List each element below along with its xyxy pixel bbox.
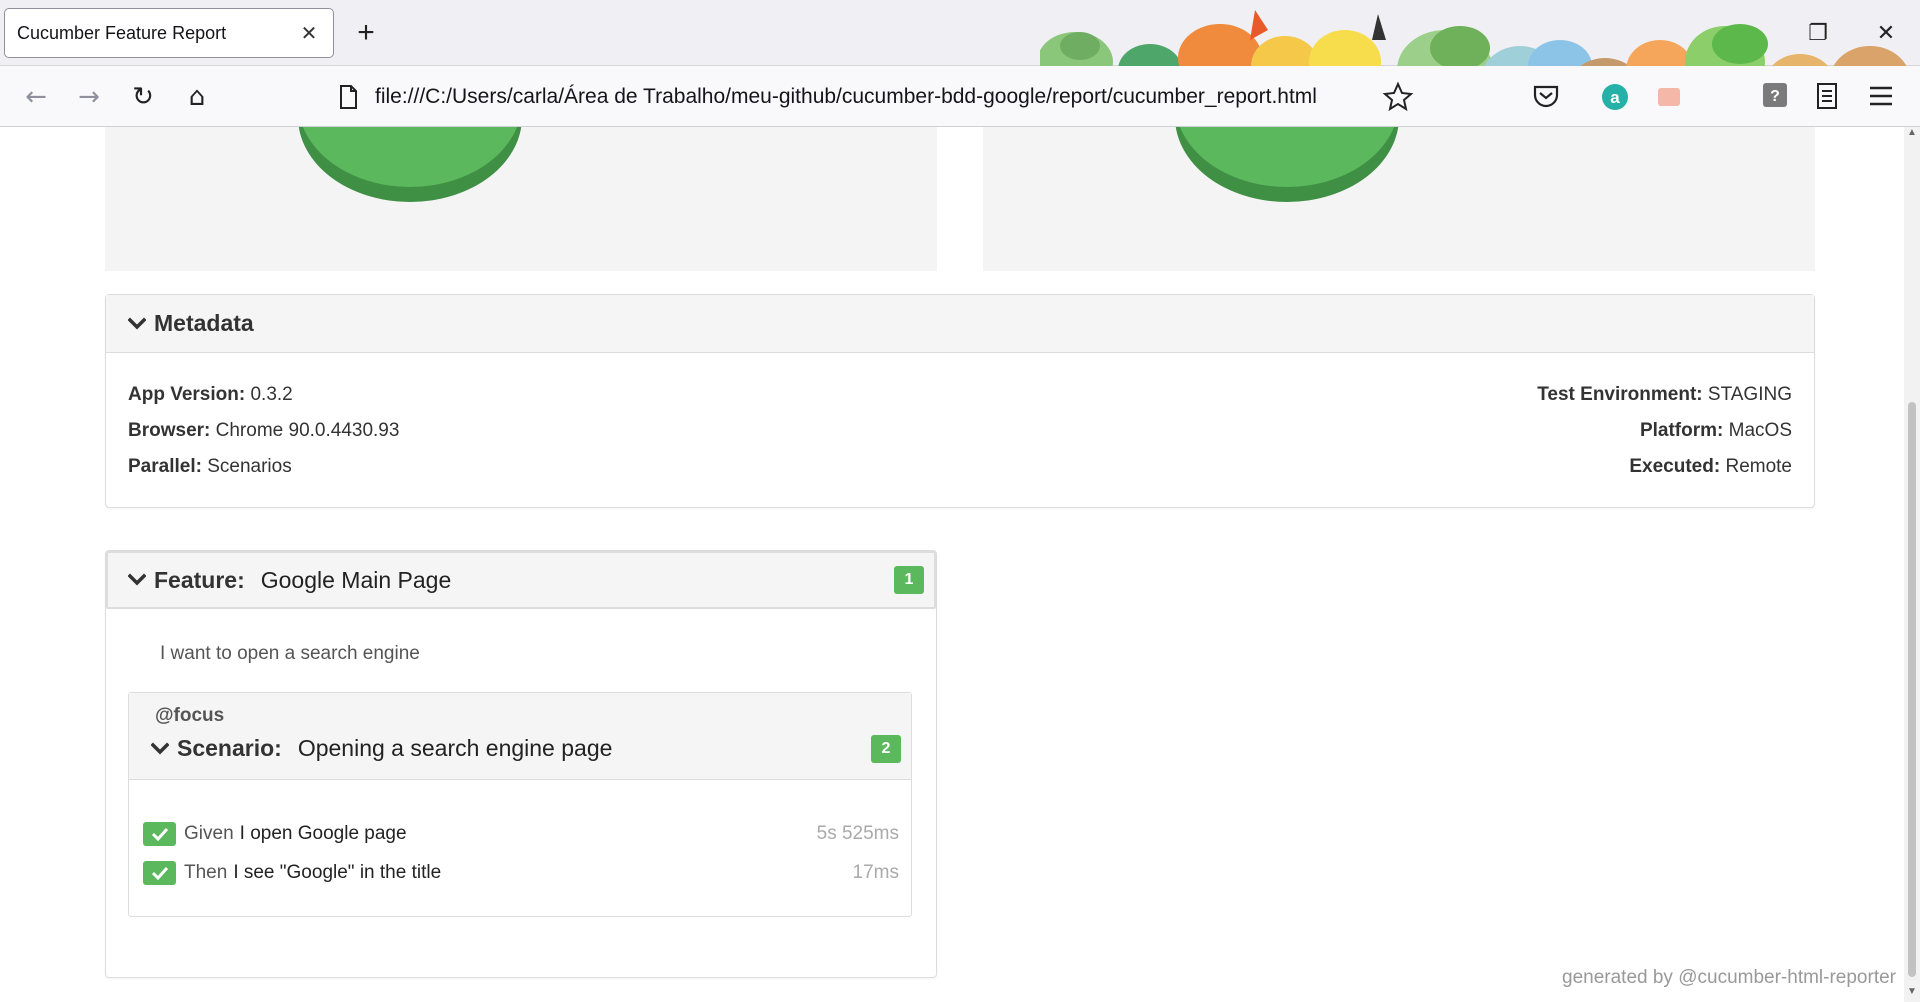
meta-parallel: Parallel: Scenarios [128, 456, 292, 477]
scenario-count-badge: 2 [871, 735, 901, 763]
meta-test-environment: Test Environment: STAGING [1537, 384, 1792, 405]
features-donut-chart [298, 127, 522, 202]
restore-button[interactable]: ❐ [1784, 0, 1852, 65]
help-extension-icon[interactable]: ? [1760, 80, 1790, 115]
scenario-title: Scenario: Opening a search engine page [151, 735, 612, 762]
address-bar[interactable]: file:///C:/Users/carla/Área de Trabalho/… [335, 76, 1425, 118]
metadata-body: App Version: 0.3.2 Browser: Chrome 90.0.… [106, 353, 1814, 507]
home-button[interactable]: ⌂ [178, 78, 216, 116]
meta-browser: Browser: Chrome 90.0.4430.93 [128, 420, 400, 441]
scrollbar-thumb[interactable] [1908, 402, 1916, 977]
close-tab-icon[interactable]: ✕ [297, 21, 321, 46]
svg-text:a: a [1610, 88, 1620, 107]
chevron-down-icon[interactable] [151, 740, 169, 758]
meta-platform: Platform: MacOS [1639, 420, 1792, 441]
minimize-button[interactable]: – [1716, 0, 1784, 65]
feature-heading[interactable]: Feature: Google Main Page 1 [106, 551, 936, 609]
metadata-panel: Metadata App Version: 0.3.2 Browser: Chr… [105, 294, 1815, 508]
scroll-down-icon[interactable]: ▼ [1904, 986, 1920, 1002]
scenarios-chart-panel [983, 127, 1815, 271]
page-viewport: Metadata App Version: 0.3.2 Browser: Chr… [0, 127, 1904, 1002]
scenario-tag: @focus [155, 705, 225, 726]
new-tab-button[interactable]: + [348, 16, 384, 50]
star-icon[interactable] [1380, 79, 1416, 115]
meta-app-version: App Version: 0.3.2 [128, 384, 293, 405]
browser-tab[interactable]: Cucumber Feature Report ✕ [4, 8, 334, 58]
metadata-right-column: Test Environment: STAGING Platform: MacO… [1537, 377, 1792, 485]
reload-button[interactable]: ↻ [124, 78, 162, 116]
scenarios-donut-chart [1175, 127, 1399, 202]
page-icon [340, 85, 357, 109]
reader-icon[interactable] [1812, 80, 1842, 117]
window-close-button[interactable]: ✕ [1852, 0, 1920, 65]
svg-text:?: ? [1770, 88, 1780, 105]
feature-name: Google Main Page [260, 566, 452, 593]
url-text[interactable]: file:///C:/Users/carla/Área de Trabalho/… [375, 85, 1317, 109]
step-text: I see "Google" in the title [233, 862, 442, 883]
tab-title: Cucumber Feature Report [17, 22, 227, 43]
footer-generated-by: generated by @cucumber-html-reporter [1562, 967, 1896, 988]
back-button[interactable]: ← [17, 78, 55, 116]
feature-count-badge: 1 [894, 566, 924, 594]
feature-description: I want to open a search engine [160, 643, 420, 664]
feature-panel: Feature: Google Main Page 1 I want to op… [105, 550, 937, 978]
meta-executed: Executed: Remote [1629, 456, 1792, 477]
scroll-up-icon[interactable]: ▲ [1904, 127, 1920, 143]
scenario-keyword: Scenario: [177, 735, 282, 761]
metadata-title: Metadata [154, 310, 254, 336]
amazon-extension-icon[interactable]: a [1598, 80, 1632, 119]
vertical-scrollbar[interactable]: ▲ ▼ [1904, 127, 1920, 1002]
scenario-heading[interactable]: @focus Scenario: Opening a search engine… [129, 693, 911, 780]
check-icon [143, 861, 176, 885]
metadata-left-column: App Version: 0.3.2 Browser: Chrome 90.0.… [128, 377, 399, 485]
feature-keyword: Feature: [154, 566, 245, 593]
step-text: I open Google page [239, 823, 407, 844]
window-controls: – ❐ ✕ [1716, 0, 1920, 65]
step-duration: 17ms [852, 862, 899, 883]
scenario-panel: @focus Scenario: Opening a search engine… [128, 692, 912, 917]
toolbar-icons [1380, 76, 1416, 118]
step-row: Then I see "Google" in the title 17ms [143, 857, 899, 889]
metadata-heading[interactable]: Metadata [106, 295, 1814, 353]
pocket-icon[interactable] [1528, 78, 1564, 119]
extension-icon[interactable] [1652, 80, 1686, 119]
menu-icon[interactable] [1866, 82, 1896, 115]
tab-bar: Cucumber Feature Report ✕ + – ❐ ✕ [0, 0, 1920, 66]
navigation-bar: ← → ↻ ⌂ file:///C:/Users/carla/Área de T… [0, 66, 1920, 127]
step-duration: 5s 525ms [816, 823, 899, 844]
check-icon [143, 822, 176, 846]
step-row: Given I open Google page 5s 525ms [143, 818, 899, 850]
step-keyword: Given [184, 823, 234, 844]
features-chart-panel [105, 127, 937, 271]
scenario-name: Opening a search engine page [297, 735, 613, 761]
forward-button[interactable]: → [70, 78, 108, 116]
step-keyword: Then [184, 862, 228, 883]
chevron-down-icon[interactable] [128, 571, 146, 589]
chevron-down-icon[interactable] [128, 315, 146, 333]
